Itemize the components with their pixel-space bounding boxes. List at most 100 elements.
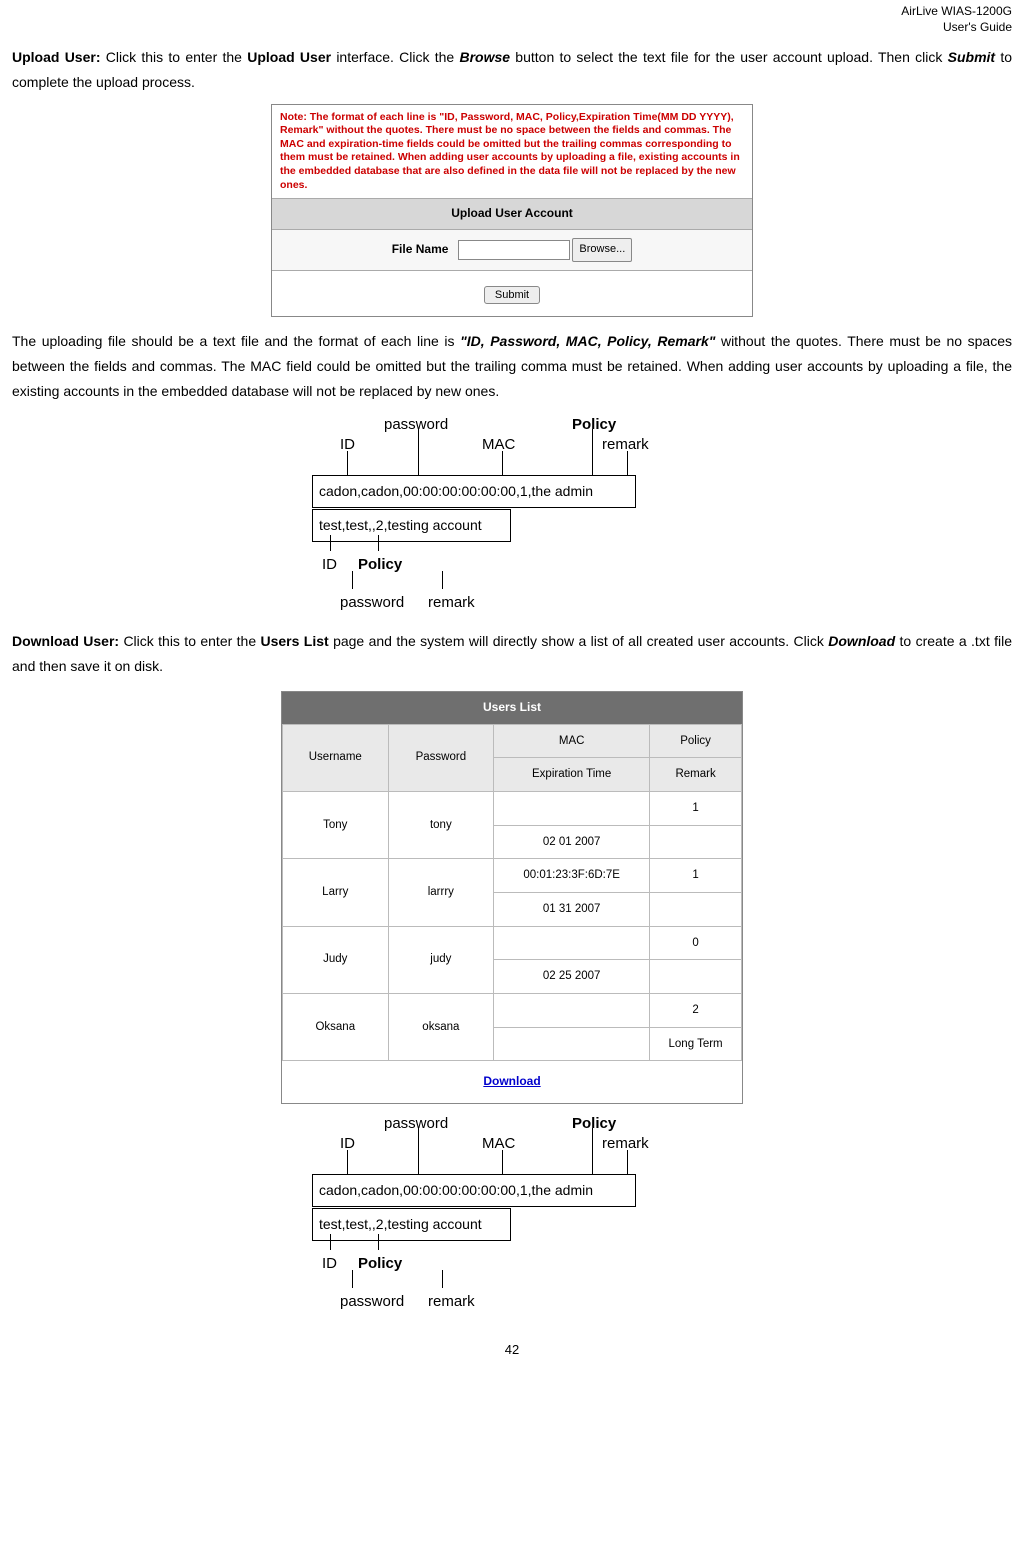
cell-policy: 1 xyxy=(650,859,742,893)
users-list-table: Username Password MAC Policy Expiration … xyxy=(282,724,742,1062)
diagram-label-policy: Policy xyxy=(358,1250,402,1277)
cell-remark xyxy=(650,892,742,926)
file-text-field[interactable] xyxy=(458,240,570,260)
file-name-label: File Name xyxy=(392,239,449,261)
download-user-label: Download User: xyxy=(12,633,119,649)
diagram-example-line2: test,test,,2,testing account xyxy=(312,1208,511,1241)
col-remark: Remark xyxy=(650,758,742,792)
users-list-bold: Users List xyxy=(261,633,329,649)
diagram-line xyxy=(627,451,628,475)
cell-mac xyxy=(494,791,650,825)
diagram-line xyxy=(442,571,443,589)
diagram-label-password: password xyxy=(384,1110,448,1137)
col-password: Password xyxy=(388,724,494,791)
diagram-label-mac: MAC xyxy=(482,1130,515,1157)
diagram-line xyxy=(442,1270,443,1288)
format-string: "ID, Password, MAC, Policy, Remark" xyxy=(460,333,715,349)
diagram-line xyxy=(502,1150,503,1174)
cell-policy: 0 xyxy=(650,926,742,960)
submit-button[interactable]: Submit xyxy=(484,286,540,304)
diagram-line xyxy=(592,1128,593,1174)
diagram-label-password: password xyxy=(340,1288,404,1315)
upload-user-label: Upload User: xyxy=(12,49,101,65)
users-list-panel: Users List Username Password MAC Policy … xyxy=(281,691,743,1104)
cell-password: larrry xyxy=(388,859,494,926)
product-name: AirLive WIAS-1200G xyxy=(901,4,1012,18)
diagram-example-line1: cadon,cadon,00:00:00:00:00:00,1,the admi… xyxy=(312,1174,636,1207)
col-username: Username xyxy=(283,724,389,791)
diagram-line xyxy=(378,535,379,551)
cell-expiration: 01 31 2007 xyxy=(494,892,650,926)
paragraph-format: The uploading file should be a text file… xyxy=(12,329,1012,405)
upload-user-bold: Upload User xyxy=(247,49,331,65)
cell-expiration: 02 25 2007 xyxy=(494,960,650,994)
diagram-line xyxy=(352,571,353,589)
diagram-label-remark: remark xyxy=(428,589,475,616)
diagram-label-id: ID xyxy=(322,1250,337,1277)
csv-format-diagram: ID password MAC Policy remark cadon,cado… xyxy=(292,411,732,621)
file-input[interactable]: Browse... xyxy=(458,238,632,262)
cell-remark xyxy=(650,825,742,859)
diagram-example-line2: test,test,,2,testing account xyxy=(312,509,511,542)
diagram-line xyxy=(627,1150,628,1174)
table-row: Larrylarrry00:01:23:3F:6D:7E1 xyxy=(283,859,742,893)
cell-password: oksana xyxy=(388,994,494,1061)
cell-mac xyxy=(494,926,650,960)
diagram-line xyxy=(347,451,348,475)
cell-username: Oksana xyxy=(283,994,389,1061)
upload-user-panel: Note: The format of each line is "ID, Pa… xyxy=(271,104,753,317)
cell-password: tony xyxy=(388,791,494,858)
upload-user-title-bar: Upload User Account xyxy=(272,198,752,230)
table-row: Oksanaoksana2 xyxy=(283,994,742,1028)
file-name-row: File Name Browse... xyxy=(272,230,752,271)
download-bold: Download xyxy=(828,633,895,649)
col-expiration: Expiration Time xyxy=(494,758,650,792)
users-list-title: Users List xyxy=(282,692,742,724)
browse-bold: Browse xyxy=(459,49,510,65)
paragraph-download-user: Download User: Click this to enter the U… xyxy=(12,629,1012,679)
doc-subtitle: User's Guide xyxy=(943,20,1012,34)
diagram-line xyxy=(352,1270,353,1288)
diagram-label-remark: remark xyxy=(602,1130,649,1157)
browse-button[interactable]: Browse... xyxy=(572,238,632,262)
cell-username: Judy xyxy=(283,926,389,993)
diagram-line xyxy=(330,1234,331,1250)
cell-password: judy xyxy=(388,926,494,993)
cell-username: Tony xyxy=(283,791,389,858)
diagram-line xyxy=(347,1150,348,1174)
cell-username: Larry xyxy=(283,859,389,926)
col-policy: Policy xyxy=(650,724,742,758)
diagram-label-password: password xyxy=(384,411,448,438)
cell-policy: 2 xyxy=(650,994,742,1028)
diagram-label-password: password xyxy=(340,589,404,616)
download-link[interactable]: Download xyxy=(483,1074,540,1088)
cell-remark: Long Term xyxy=(650,1027,742,1061)
upload-note-text: Note: The format of each line is "ID, Pa… xyxy=(272,105,752,199)
diagram-line xyxy=(378,1234,379,1250)
cell-expiration: 02 01 2007 xyxy=(494,825,650,859)
cell-mac xyxy=(494,994,650,1028)
table-header-row: Username Password MAC Policy xyxy=(283,724,742,758)
table-row: Tonytony1 xyxy=(283,791,742,825)
csv-format-diagram: ID password MAC Policy remark cadon,cado… xyxy=(292,1110,732,1320)
doc-header: AirLive WIAS-1200G User's Guide xyxy=(12,4,1012,35)
cell-mac: 00:01:23:3F:6D:7E xyxy=(494,859,650,893)
submit-bold: Submit xyxy=(948,49,995,65)
table-row: Judyjudy0 xyxy=(283,926,742,960)
paragraph-upload-user: Upload User: Click this to enter the Upl… xyxy=(12,45,1012,95)
cell-remark xyxy=(650,960,742,994)
diagram-line xyxy=(592,429,593,475)
cell-expiration xyxy=(494,1027,650,1061)
diagram-label-remark: remark xyxy=(428,1288,475,1315)
diagram-label-mac: MAC xyxy=(482,431,515,458)
col-mac: MAC xyxy=(494,724,650,758)
cell-policy: 1 xyxy=(650,791,742,825)
diagram-line xyxy=(418,1128,419,1174)
diagram-line xyxy=(502,451,503,475)
page-number: 42 xyxy=(12,1338,1012,1361)
diagram-line xyxy=(418,429,419,475)
diagram-line xyxy=(330,535,331,551)
diagram-label-id: ID xyxy=(322,551,337,578)
diagram-example-line1: cadon,cadon,00:00:00:00:00:00,1,the admi… xyxy=(312,475,636,508)
diagram-label-policy: Policy xyxy=(358,551,402,578)
